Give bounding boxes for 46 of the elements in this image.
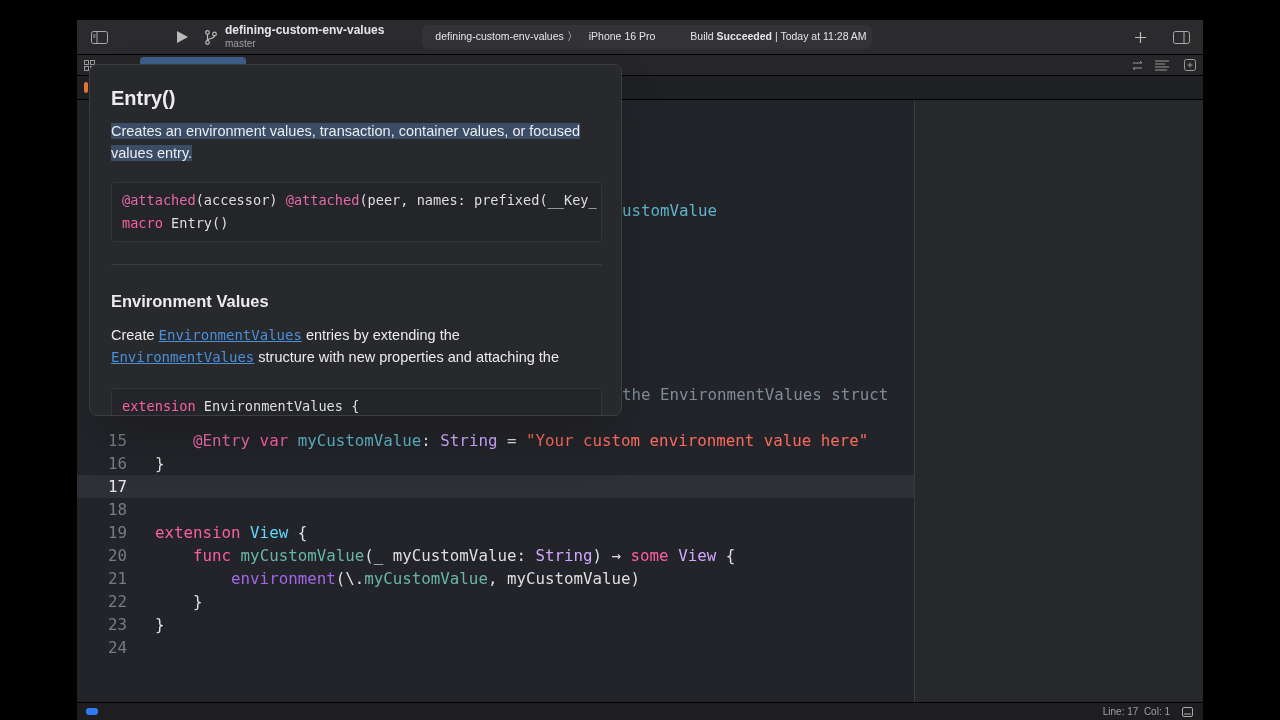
add-editor-icon[interactable]: [1184, 59, 1196, 71]
inspector-icon[interactable]: [1173, 30, 1190, 44]
line-number: 17: [106, 476, 127, 498]
line-number: 19: [106, 522, 127, 544]
line-number: 21: [106, 568, 127, 590]
line-number: 23: [106, 614, 127, 636]
line-number: 20: [106, 545, 127, 567]
line-number: 15: [106, 430, 127, 452]
code-line: the EnvironmentValues struct: [622, 385, 889, 404]
line-number: 22: [106, 591, 127, 613]
scheme-name[interactable]: defining-custom-env-values: [435, 29, 564, 45]
code-line: @attached(accessor) @attached(peer, names: prefixed(__Key_: [122, 192, 597, 208]
swap-icon[interactable]: [1132, 59, 1143, 71]
line-number: 24: [106, 637, 127, 659]
code-line: }: [155, 454, 165, 473]
project-title: defining-custom-env-values: [225, 23, 385, 39]
documentation-link[interactable]: EnvironmentValues: [158, 326, 302, 343]
play-icon[interactable]: [177, 31, 188, 43]
section-text: Create EnvironmentValues entries by extending the EnvironmentValues structure with new properties and attaching the: [111, 325, 560, 367]
lines-icon[interactable]: [1155, 59, 1169, 71]
code-line: }: [192, 592, 203, 611]
summary-text: Creates an environment values, transaction, container values, or focused values entry.: [111, 122, 582, 163]
line-number: 16: [106, 453, 127, 475]
branch-name: master: [225, 38, 257, 51]
branch-icon: [205, 29, 217, 45]
section-heading: Environment Values: [111, 291, 270, 312]
build-status: Build Succeeded | Today at 11:28 AM: [690, 29, 867, 45]
sidebar-icon[interactable]: [91, 30, 108, 44]
debug-area-icon[interactable]: [1182, 706, 1193, 717]
code-line: @Entry var myCustomValue: String = "Your custom environment value here": [192, 431, 869, 450]
popup-title: Entry(): [111, 86, 177, 111]
debug-toggle-icon[interactable]: [86, 708, 98, 715]
code-line: extension View {: [155, 523, 308, 542]
code-line: ustomValue: [622, 201, 718, 220]
add-icon[interactable]: [1135, 31, 1146, 43]
breadcrumb-separator: 〉: [566, 29, 578, 45]
code-line: environment(\.myCustomValue, myCustomValue): [230, 569, 641, 588]
code-line: func myCustomValue(_ myCustomValue: String) → some View {: [192, 546, 736, 565]
line-number: 18: [106, 499, 127, 521]
code-line: macro Entry(): [122, 215, 229, 231]
code-line: extension EnvironmentValues {: [122, 397, 360, 414]
cursor-position: Line: 17 Col: 1: [1102, 705, 1170, 719]
code-line: }: [155, 615, 165, 634]
documentation-link[interactable]: EnvironmentValues: [111, 348, 255, 365]
swift-file-icon: [84, 82, 88, 93]
device-name[interactable]: iPhone 16 Pro: [588, 29, 656, 45]
